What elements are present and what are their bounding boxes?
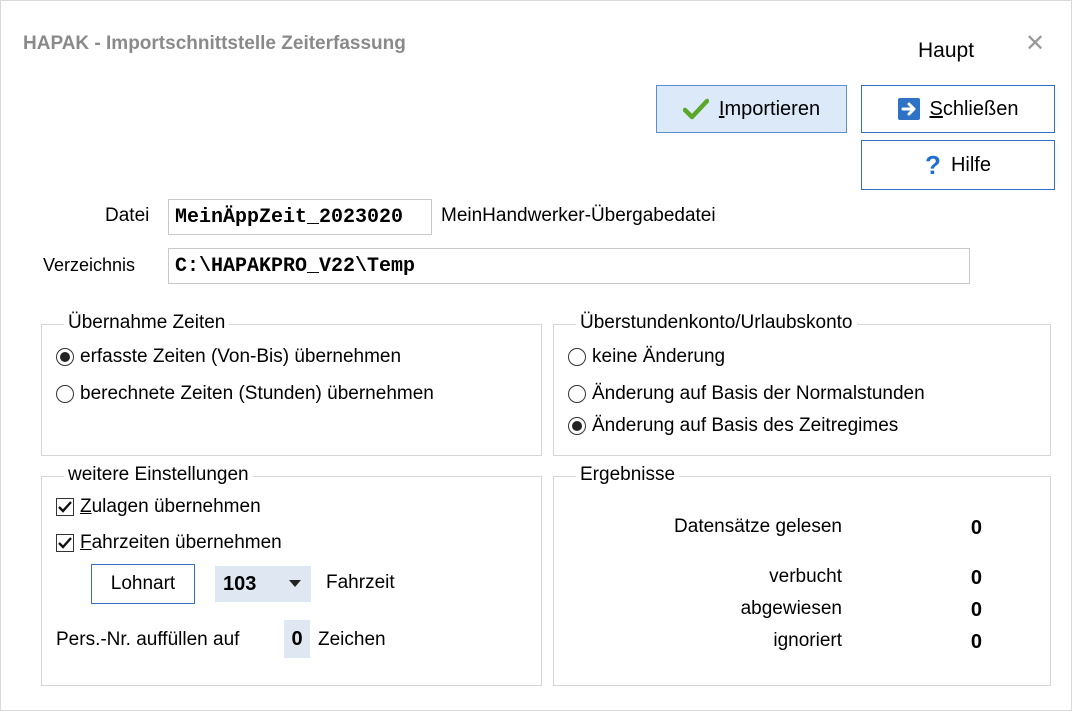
settings-group: weitere Einstellungen Zulagen übernehmen… bbox=[41, 464, 542, 686]
pers-number-label: Pers.-Nr. auffüllen auf bbox=[56, 629, 240, 650]
pers-number-field[interactable]: 0 bbox=[284, 620, 310, 658]
radio-selected[interactable] bbox=[56, 348, 74, 366]
result-label-rejected: abgewiesen bbox=[740, 598, 842, 619]
header-right-label: Haupt bbox=[918, 39, 975, 62]
account-option-time-regime[interactable]: Änderung auf Basis des Zeitregimes bbox=[568, 415, 898, 437]
directory-field[interactable]: C:\HAPAKPRO_V22\Temp bbox=[168, 248, 970, 284]
import-dialog: HAPAK - Importschnittstelle Zeiterfassun… bbox=[0, 0, 1072, 711]
travel-label: Fahrzeiten übernehmen bbox=[80, 532, 282, 553]
result-value-read: 0 bbox=[970, 517, 982, 539]
account-option-none[interactable]: keine Änderung bbox=[568, 346, 725, 368]
question-icon: ? bbox=[925, 149, 941, 180]
account-option-label: Änderung auf Basis des Zeitregimes bbox=[592, 415, 899, 436]
check-mark-icon bbox=[58, 501, 72, 513]
account-option-label: keine Änderung bbox=[592, 346, 726, 367]
times-option-calculated[interactable]: berechnete Zeiten (Stunden) übernehmen bbox=[56, 383, 434, 405]
allowances-label: Zulagen übernehmen bbox=[80, 496, 261, 517]
close-button[interactable]: Schließen bbox=[861, 85, 1055, 133]
wage-type-value: 103 bbox=[223, 572, 257, 595]
result-value-ignored: 0 bbox=[970, 631, 982, 653]
times-option-label: erfasste Zeiten (Von-Bis) übernehmen bbox=[80, 346, 402, 367]
radio-unselected[interactable] bbox=[56, 385, 74, 403]
travel-checkbox-row[interactable]: Fahrzeiten übernehmen bbox=[56, 532, 282, 554]
times-option-label: berechnete Zeiten (Stunden) übernehmen bbox=[80, 383, 434, 404]
account-group-legend: Überstundenkonto/Urlaubskonto bbox=[576, 312, 857, 334]
caret-down-icon bbox=[289, 575, 301, 593]
exit-arrow-icon bbox=[897, 98, 920, 120]
check-icon bbox=[682, 98, 709, 120]
travel-checkbox[interactable] bbox=[56, 534, 74, 552]
wage-type-label: Fahrzeit bbox=[326, 572, 395, 593]
result-label-read: Datensätze gelesen bbox=[674, 516, 842, 537]
times-group-legend: Übernahme Zeiten bbox=[64, 312, 230, 334]
pers-number-suffix: Zeichen bbox=[318, 629, 386, 650]
account-option-normal-hours[interactable]: Änderung auf Basis der Normalstunden bbox=[568, 383, 925, 405]
radio-unselected[interactable] bbox=[568, 385, 586, 403]
results-group-legend: Ergebnisse bbox=[576, 464, 680, 486]
file-field[interactable]: MeinÄppZeit_2023020 bbox=[168, 199, 432, 235]
results-group: Ergebnisse Datensätze gelesen 0 verbucht… bbox=[553, 464, 1051, 686]
result-value-booked: 0 bbox=[970, 567, 982, 589]
file-description: MeinHandwerker-Übergabedatei bbox=[441, 205, 716, 226]
settings-group-legend: weitere Einstellungen bbox=[64, 464, 253, 486]
window-title: HAPAK - Importschnittstelle Zeiterfassun… bbox=[23, 33, 406, 54]
allowances-checkbox[interactable] bbox=[56, 498, 74, 516]
import-label: Importieren bbox=[718, 97, 821, 120]
wage-type-button[interactable]: Lohnart bbox=[91, 564, 195, 604]
check-mark-icon bbox=[58, 537, 72, 549]
help-label: Hilfe bbox=[950, 153, 991, 176]
result-label-booked: verbucht bbox=[769, 566, 842, 587]
radio-selected[interactable] bbox=[568, 417, 586, 435]
account-option-label: Änderung auf Basis der Normalstunden bbox=[592, 383, 925, 404]
help-button[interactable]: ? Hilfe bbox=[861, 140, 1055, 190]
account-group: Überstundenkonto/Urlaubskonto keine Ände… bbox=[553, 312, 1051, 456]
wage-type-select[interactable]: 103 bbox=[215, 566, 311, 602]
times-group: Übernahme Zeiten erfasste Zeiten (Von-Bi… bbox=[41, 312, 542, 456]
result-label-ignored: ignoriert bbox=[773, 630, 842, 651]
file-label: Datei bbox=[105, 205, 150, 226]
allowances-checkbox-row[interactable]: Zulagen übernehmen bbox=[56, 496, 261, 518]
result-value-rejected: 0 bbox=[970, 599, 982, 621]
times-option-recorded[interactable]: erfasste Zeiten (Von-Bis) übernehmen bbox=[56, 346, 401, 368]
directory-label: Verzeichnis bbox=[43, 255, 136, 275]
radio-unselected[interactable] bbox=[568, 348, 586, 366]
close-label: Schließen bbox=[929, 97, 1019, 120]
close-icon[interactable]: ✕ bbox=[1025, 29, 1045, 58]
import-button[interactable]: Importieren bbox=[656, 85, 847, 133]
